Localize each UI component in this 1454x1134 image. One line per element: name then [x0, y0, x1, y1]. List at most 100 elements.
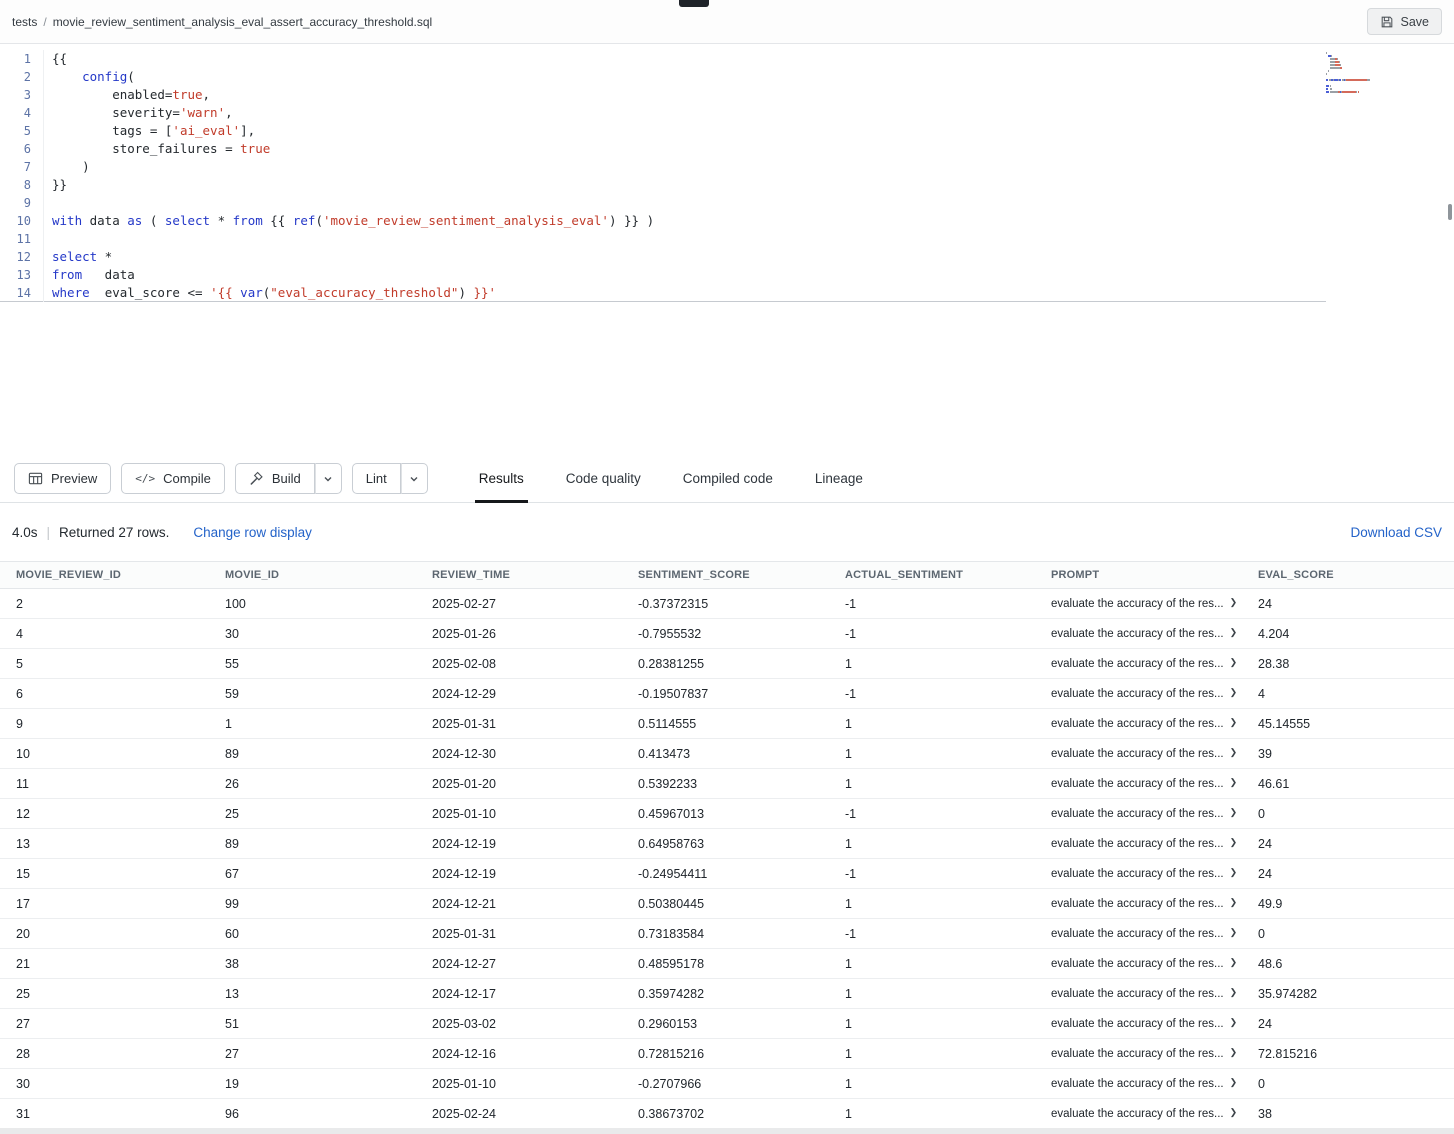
lint-dropdown-button[interactable] [401, 463, 428, 494]
table-row[interactable]: 4302025-01-26-0.7955532-1evaluate the ac… [0, 619, 1454, 649]
chevron-down-icon [409, 474, 419, 484]
code-line[interactable]: 8}} [0, 176, 1326, 194]
minimap-line [1326, 91, 1438, 93]
expand-cell-icon[interactable]: ❯ [1230, 897, 1238, 908]
code-line[interactable]: 5 tags = ['ai_eval'], [0, 122, 1326, 140]
editor-minimap[interactable] [1326, 52, 1438, 94]
expand-cell-icon[interactable]: ❯ [1230, 1047, 1238, 1058]
table-cell: 19 [209, 1069, 416, 1099]
expand-cell-icon[interactable]: ❯ [1230, 1077, 1238, 1088]
table-cell: 5 [0, 649, 209, 679]
table-row[interactable]: 5552025-02-080.283812551evaluate the acc… [0, 649, 1454, 679]
table-cell: evaluate the accuracy of the res...❯ [1035, 979, 1242, 1009]
table-row[interactable]: 6592024-12-29-0.19507837-1evaluate the a… [0, 679, 1454, 709]
prompt-preview-text: evaluate the accuracy of the res... [1051, 778, 1224, 790]
tab-code-quality[interactable]: Code quality [562, 455, 645, 502]
expand-cell-icon[interactable]: ❯ [1230, 627, 1238, 638]
download-csv-link[interactable]: Download CSV [1350, 525, 1442, 540]
table-cell: 89 [209, 739, 416, 769]
expand-cell-icon[interactable]: ❯ [1230, 657, 1238, 668]
code-line[interactable]: 12select * [0, 248, 1326, 266]
build-dropdown-button[interactable] [315, 463, 342, 494]
column-header: EVAL_SCORE [1242, 562, 1454, 589]
table-cell: -0.2707966 [622, 1069, 829, 1099]
table-cell: 1 [829, 1069, 1035, 1099]
horizontal-scrollbar[interactable] [0, 1128, 1454, 1134]
code-line[interactable]: 7 ) [0, 158, 1326, 176]
editor-scrollbar-thumb[interactable] [1448, 204, 1452, 220]
table-cell: 2025-01-10 [416, 799, 622, 829]
compile-button[interactable]: </> Compile [121, 463, 225, 494]
expand-cell-icon[interactable]: ❯ [1230, 837, 1238, 848]
table-cell: 67 [209, 859, 416, 889]
build-button[interactable]: Build [235, 463, 315, 494]
preview-button[interactable]: Preview [14, 463, 111, 494]
code-editor[interactable]: 1{{2 config(3 enabled=true,4 severity='w… [0, 44, 1454, 455]
minimap-line [1326, 82, 1438, 84]
code-line[interactable]: 9 [0, 194, 1326, 212]
expand-cell-icon[interactable]: ❯ [1230, 987, 1238, 998]
code-line[interactable]: 13from data [0, 266, 1326, 284]
table-row[interactable]: 10892024-12-300.4134731evaluate the accu… [0, 739, 1454, 769]
change-row-display-link[interactable]: Change row display [193, 525, 312, 540]
panel-drag-handle[interactable] [679, 0, 709, 7]
breadcrumb-root[interactable]: tests [12, 15, 37, 29]
code-line[interactable]: 3 enabled=true, [0, 86, 1326, 104]
table-row[interactable]: 27512025-03-020.29601531evaluate the acc… [0, 1009, 1454, 1039]
table-row[interactable]: 13892024-12-190.649587631evaluate the ac… [0, 829, 1454, 859]
table-row[interactable]: 17992024-12-210.503804451evaluate the ac… [0, 889, 1454, 919]
table-row[interactable]: 31962025-02-240.386737021evaluate the ac… [0, 1099, 1454, 1129]
code-line[interactable]: 2 config( [0, 68, 1326, 86]
table-row[interactable]: 25132024-12-170.359742821evaluate the ac… [0, 979, 1454, 1009]
expand-cell-icon[interactable]: ❯ [1230, 957, 1238, 968]
prompt-preview-text: evaluate the accuracy of the res... [1051, 748, 1224, 760]
table-row[interactable]: 15672024-12-19-0.24954411-1evaluate the … [0, 859, 1454, 889]
table-cell: -0.24954411 [622, 859, 829, 889]
code-line[interactable]: 1{{ [0, 50, 1326, 68]
preview-table-icon [28, 471, 43, 486]
table-row[interactable]: 28272024-12-160.728152161evaluate the ac… [0, 1039, 1454, 1069]
table-row[interactable]: 20602025-01-310.73183584-1evaluate the a… [0, 919, 1454, 949]
code-line[interactable]: 11 [0, 230, 1326, 248]
tab-lineage[interactable]: Lineage [811, 455, 867, 502]
query-time: 4.0s [12, 525, 38, 540]
table-row[interactable]: 912025-01-310.51145551evaluate the accur… [0, 709, 1454, 739]
expand-cell-icon[interactable]: ❯ [1230, 597, 1238, 608]
table-cell: evaluate the accuracy of the res...❯ [1035, 649, 1242, 679]
table-row[interactable]: 21382024-12-270.485951781evaluate the ac… [0, 949, 1454, 979]
table-cell: 30 [0, 1069, 209, 1099]
expand-cell-icon[interactable]: ❯ [1230, 807, 1238, 818]
table-cell: 1 [829, 949, 1035, 979]
results-table: MOVIE_REVIEW_IDMOVIE_IDREVIEW_TIMESENTIM… [0, 561, 1454, 1129]
table-row[interactable]: 12252025-01-100.45967013-1evaluate the a… [0, 799, 1454, 829]
expand-cell-icon[interactable]: ❯ [1230, 1017, 1238, 1028]
code-line[interactable]: 6 store_failures = true [0, 140, 1326, 158]
save-button[interactable]: Save [1367, 8, 1443, 35]
table-row[interactable]: 30192025-01-10-0.27079661evaluate the ac… [0, 1069, 1454, 1099]
table-cell: 2025-02-08 [416, 649, 622, 679]
column-header: REVIEW_TIME [416, 562, 622, 589]
tab-compiled-code[interactable]: Compiled code [679, 455, 777, 502]
expand-cell-icon[interactable]: ❯ [1230, 687, 1238, 698]
save-button-label: Save [1401, 15, 1430, 29]
expand-cell-icon[interactable]: ❯ [1230, 717, 1238, 728]
table-cell: 39 [1242, 739, 1454, 769]
code-line[interactable]: 14where eval_score <= '{{ var("eval_accu… [0, 284, 1326, 302]
tab-results[interactable]: Results [475, 455, 528, 502]
code-line[interactable]: 4 severity='warn', [0, 104, 1326, 122]
expand-cell-icon[interactable]: ❯ [1230, 747, 1238, 758]
code-lines[interactable]: 1{{2 config(3 enabled=true,4 severity='w… [0, 44, 1454, 302]
table-cell: evaluate the accuracy of the res...❯ [1035, 829, 1242, 859]
minimap-line [1326, 88, 1438, 90]
expand-cell-icon[interactable]: ❯ [1230, 777, 1238, 788]
table-cell: evaluate the accuracy of the res...❯ [1035, 949, 1242, 979]
lint-button[interactable]: Lint [352, 463, 401, 494]
build-hammer-icon [249, 471, 264, 486]
prompt-preview-text: evaluate the accuracy of the res... [1051, 598, 1224, 610]
table-row[interactable]: 11262025-01-200.53922331evaluate the acc… [0, 769, 1454, 799]
expand-cell-icon[interactable]: ❯ [1230, 1107, 1238, 1118]
code-line[interactable]: 10with data as ( select * from {{ ref('m… [0, 212, 1326, 230]
expand-cell-icon[interactable]: ❯ [1230, 927, 1238, 938]
expand-cell-icon[interactable]: ❯ [1230, 867, 1238, 878]
table-row[interactable]: 21002025-02-27-0.37372315-1evaluate the … [0, 589, 1454, 619]
